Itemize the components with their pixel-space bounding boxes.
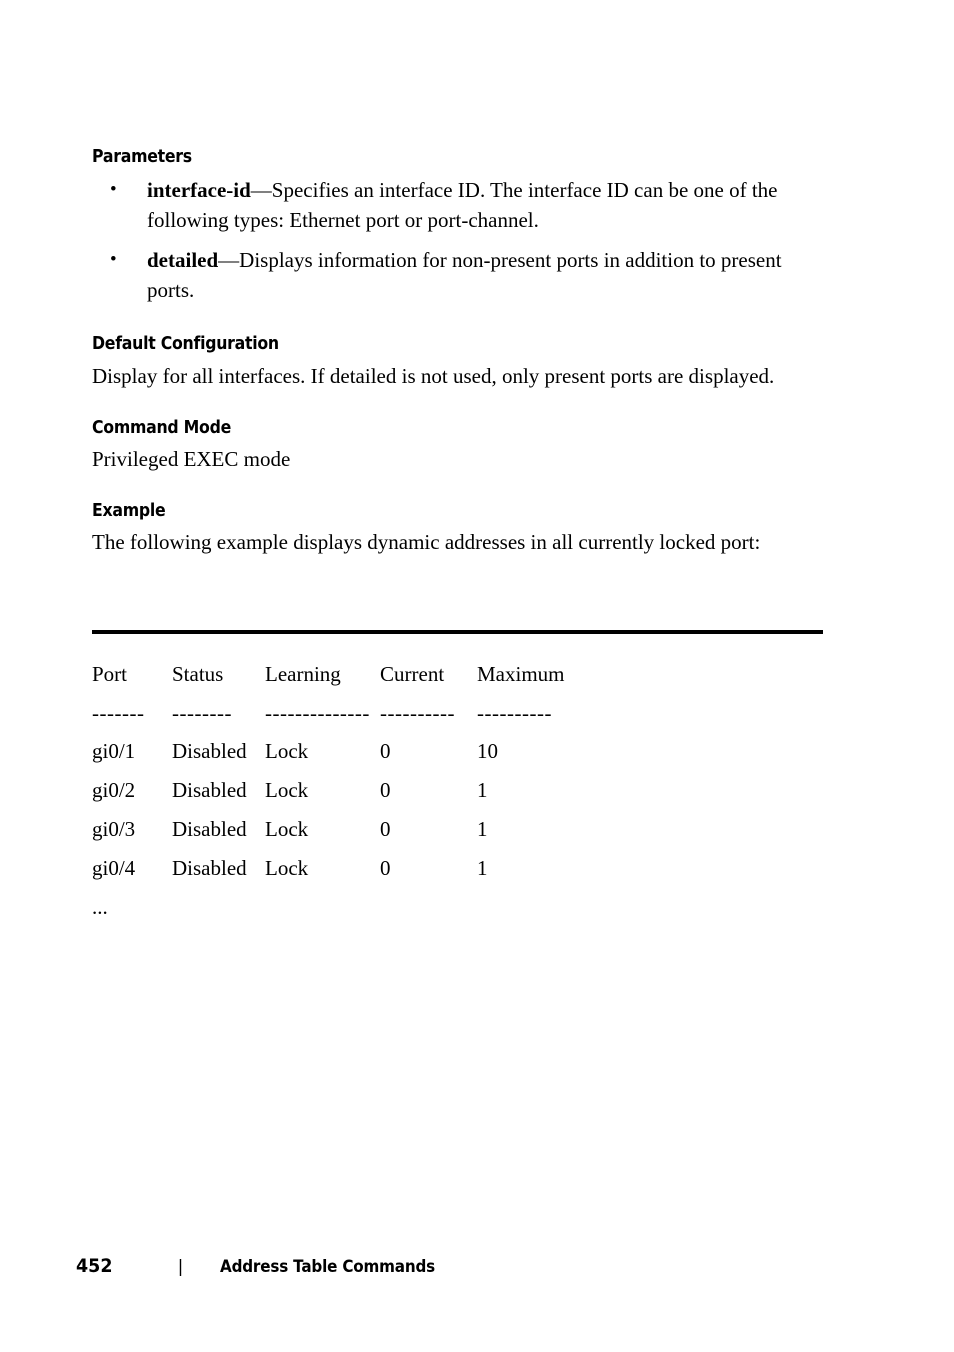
table-header-row: Port Status Learning Current Maximum bbox=[92, 655, 587, 694]
cell-learning: Lock bbox=[265, 856, 309, 880]
cell-maximum: 10 bbox=[477, 739, 498, 763]
cell-status: Disabled bbox=[172, 856, 247, 880]
example-heading: Example bbox=[92, 500, 166, 521]
command-mode-section: Command Mode Privileged EXEC mode bbox=[92, 417, 832, 474]
bullet-icon: • bbox=[110, 179, 117, 201]
table-continuation-row: ... bbox=[92, 895, 108, 919]
table-row: gi0/4 Disabled Lock 0 1 bbox=[92, 849, 587, 888]
default-configuration-section: Default Configuration Display for all in… bbox=[92, 334, 832, 390]
cell-current: 0 bbox=[380, 778, 391, 802]
separator-maximum: ---------- bbox=[477, 701, 552, 725]
table-row: gi0/2 Disabled Lock 0 1 bbox=[92, 771, 587, 810]
cell-current: 0 bbox=[380, 856, 391, 880]
parameters-list: • interface-id—Specifies an interface ID.… bbox=[92, 175, 832, 305]
cell-port: gi0/1 bbox=[92, 739, 136, 763]
cell-status: Disabled bbox=[172, 778, 247, 802]
command-mode-heading: Command Mode bbox=[92, 417, 232, 438]
footer-separator: | bbox=[177, 1257, 184, 1277]
cell-status: Disabled bbox=[172, 739, 247, 763]
parameter-description: —Displays information for non-present po… bbox=[147, 248, 782, 303]
document-page: Parameters • interface-id—Specifies an in… bbox=[0, 0, 954, 1352]
parameter-term: interface-id bbox=[147, 178, 251, 203]
column-header-current: Current bbox=[380, 662, 445, 686]
cell-port: gi0/4 bbox=[92, 856, 136, 880]
command-mode-body: Privileged EXEC mode bbox=[92, 446, 291, 471]
cell-maximum: 1 bbox=[477, 856, 488, 880]
cell-learning: Lock bbox=[265, 778, 309, 802]
separator-learning: -------------- bbox=[265, 701, 370, 725]
cell-learning: Lock bbox=[265, 739, 309, 763]
default-configuration-heading: Default Configuration bbox=[92, 334, 279, 355]
cell-maximum: 1 bbox=[477, 778, 488, 802]
parameter-term: detailed bbox=[147, 248, 219, 273]
column-header-maximum: Maximum bbox=[477, 662, 565, 686]
horizontal-rule bbox=[92, 630, 823, 634]
cell-current: 0 bbox=[380, 739, 391, 763]
separator-current: ---------- bbox=[380, 701, 455, 725]
list-item: • interface-id—Specifies an interface ID.… bbox=[92, 175, 832, 235]
table-row: gi0/3 Disabled Lock 0 1 bbox=[92, 810, 587, 849]
page-content: Parameters • interface-id—Specifies an in… bbox=[92, 147, 832, 587]
footer-chapter-title: Address Table Commands bbox=[220, 1257, 436, 1276]
cell-port: gi0/2 bbox=[92, 778, 136, 802]
cell-current: 0 bbox=[380, 817, 391, 841]
default-configuration-body: Display for all interfaces. If detailed … bbox=[92, 363, 775, 388]
parameters-heading: Parameters bbox=[92, 147, 192, 167]
cli-output-table: Port Status Learning Current Maximum -------… bbox=[92, 655, 587, 927]
table-separator-row: ------- -------- -------------- ---------- -… bbox=[92, 694, 587, 732]
column-header-port: Port bbox=[92, 662, 128, 686]
cell-learning: Lock bbox=[265, 817, 309, 841]
example-body: The following example displays dynamic a… bbox=[92, 530, 761, 554]
page-number: 452 bbox=[76, 1255, 113, 1277]
cell-port: gi0/3 bbox=[92, 817, 136, 841]
list-item: • detailed—Displays information for non-p… bbox=[92, 245, 832, 305]
page-footer: 452 | Address Table Commands bbox=[76, 1255, 454, 1277]
bullet-icon: • bbox=[110, 249, 117, 271]
example-section: Example The following example displays d… bbox=[92, 500, 832, 557]
column-header-learning: Learning bbox=[265, 662, 341, 686]
separator-status: -------- bbox=[172, 701, 232, 725]
cell-status: Disabled bbox=[172, 817, 247, 841]
parameters-section: Parameters • interface-id—Specifies an in… bbox=[92, 147, 832, 305]
separator-port: ------- bbox=[92, 701, 145, 725]
table-row: gi0/1 Disabled Lock 0 10 bbox=[92, 732, 587, 771]
column-header-status: Status bbox=[172, 662, 224, 686]
cell-maximum: 1 bbox=[477, 817, 488, 841]
